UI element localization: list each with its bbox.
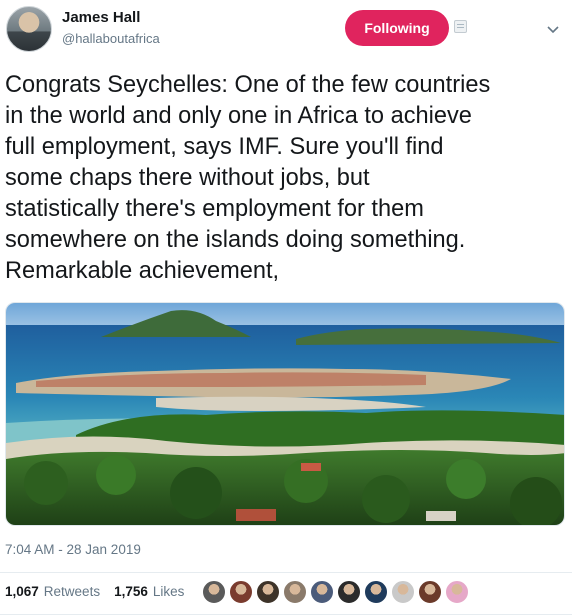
divider-bottom bbox=[0, 614, 572, 615]
likes-label: Likes bbox=[152, 584, 185, 599]
profile-card-icon bbox=[454, 20, 467, 33]
tweet-timestamp[interactable]: 7:04 AM - 28 Jan 2019 bbox=[5, 542, 141, 557]
seychelles-landscape-image bbox=[6, 303, 564, 525]
author-avatar[interactable] bbox=[6, 6, 52, 52]
author-handle[interactable]: @hallaboutafrica bbox=[62, 31, 160, 46]
liker-avatar[interactable] bbox=[337, 580, 361, 604]
liker-avatar[interactable] bbox=[283, 580, 307, 604]
liker-avatars bbox=[202, 580, 469, 604]
engagement-stats: 1,067 Retweets 1,756 Likes bbox=[5, 584, 184, 599]
retweets-label: Retweets bbox=[43, 584, 101, 599]
tweet-photo[interactable] bbox=[5, 302, 565, 526]
liker-avatar[interactable] bbox=[391, 580, 415, 604]
liker-avatar[interactable] bbox=[445, 580, 469, 604]
liker-avatar[interactable] bbox=[310, 580, 334, 604]
tweet-header: James Hall @hallaboutafrica Following bbox=[0, 0, 572, 62]
liker-avatar[interactable] bbox=[418, 580, 442, 604]
likes-count: 1,756 bbox=[114, 584, 148, 599]
likes-stat[interactable]: 1,756 Likes bbox=[114, 584, 184, 599]
liker-avatar[interactable] bbox=[202, 580, 226, 604]
liker-avatar[interactable] bbox=[256, 580, 280, 604]
liker-avatar[interactable] bbox=[364, 580, 388, 604]
retweets-count: 1,067 bbox=[5, 584, 39, 599]
divider bbox=[0, 572, 572, 573]
retweets-stat[interactable]: 1,067 Retweets bbox=[5, 584, 100, 599]
author-name[interactable]: James Hall bbox=[62, 9, 140, 26]
following-button[interactable]: Following bbox=[345, 10, 449, 46]
chevron-down-icon[interactable] bbox=[546, 22, 560, 36]
tweet-text: Congrats Seychelles: One of the few coun… bbox=[5, 72, 491, 284]
liker-avatar[interactable] bbox=[229, 580, 253, 604]
